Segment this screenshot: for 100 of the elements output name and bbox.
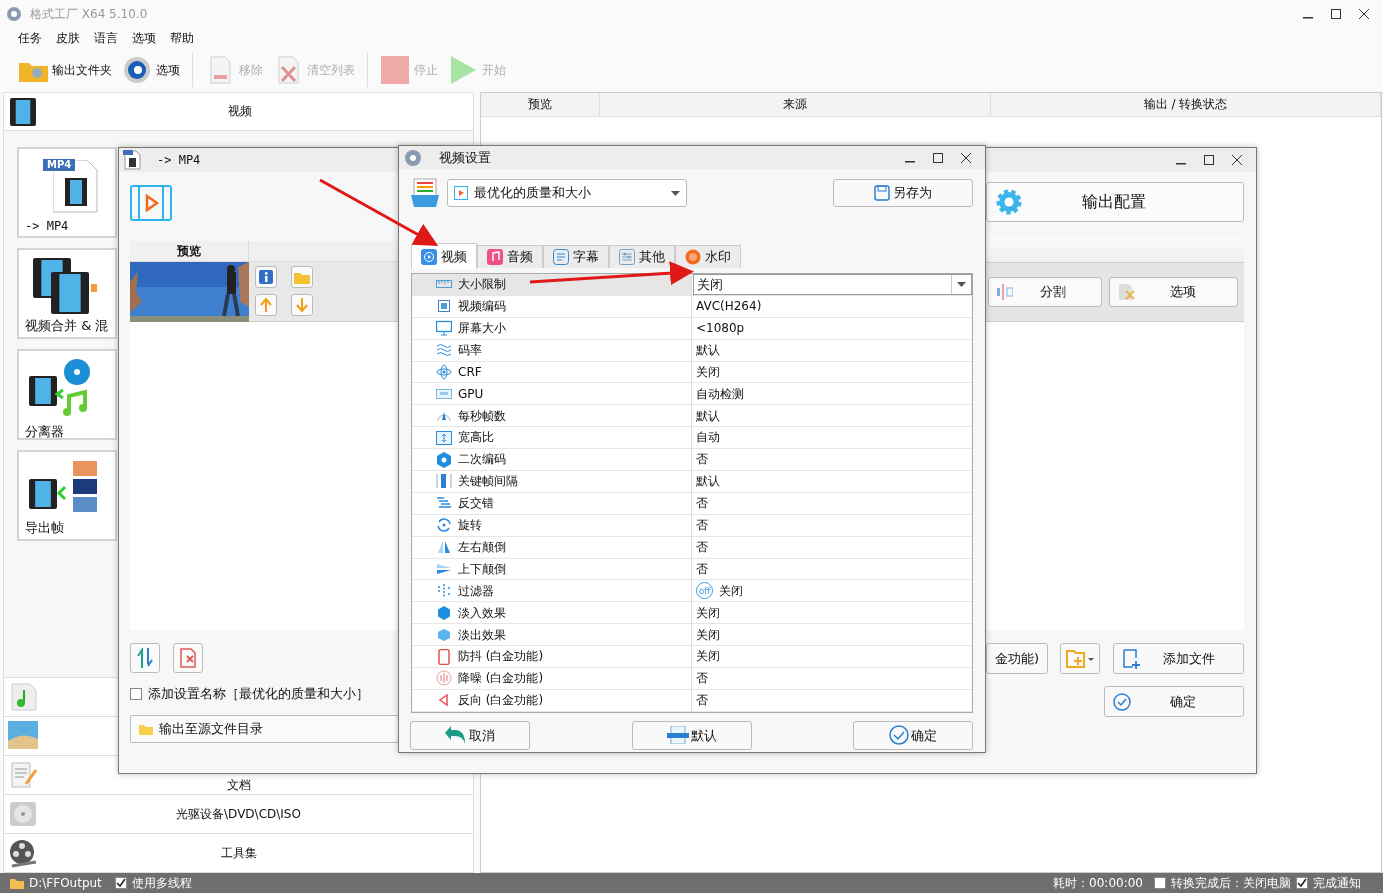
checkbox[interactable] — [1296, 877, 1308, 889]
property-value: AVC(H264) — [696, 299, 762, 314]
dropdown-value: 最优化的质量和大小 — [474, 185, 592, 201]
options-button[interactable]: 选项 — [1109, 277, 1238, 307]
disc-drive-icon — [8, 799, 38, 829]
property-value: 关闭 — [696, 627, 720, 642]
checkbox[interactable] — [114, 877, 127, 889]
toolbar-button[interactable]: 选项 — [118, 53, 184, 87]
info-button[interactable] — [255, 266, 277, 288]
property-name: 屏幕大小 — [458, 321, 506, 336]
bars-icon — [436, 473, 452, 490]
property-value: 关闭 — [696, 649, 720, 664]
property-name: 旋转 — [458, 518, 482, 533]
property-name: 反交错 — [458, 496, 494, 511]
property-value: 否 — [696, 518, 708, 533]
property-name: 防抖 (白金功能) — [458, 649, 544, 664]
add-file-button[interactable]: 添加文件 — [1113, 643, 1244, 674]
value-dropdown[interactable]: 关闭 — [693, 274, 972, 295]
checkbox[interactable] — [130, 687, 142, 700]
film-icon — [10, 97, 36, 126]
video-play-icon — [130, 185, 172, 221]
property-name: 视频编码 — [458, 299, 506, 314]
tab[interactable]: 其他 — [609, 245, 675, 268]
property-value: 否 — [696, 693, 708, 708]
tool-tile[interactable]: 导出帧 — [17, 450, 117, 541]
tool-tile[interactable]: 视频合并 & 混 — [17, 248, 117, 339]
split-button[interactable]: 分割 — [988, 277, 1102, 307]
remove-file-icon — [179, 648, 197, 668]
maximize-icon — [933, 152, 943, 163]
tool-tile[interactable]: 分离器 — [17, 349, 117, 440]
menu-item[interactable]: 语言 — [94, 30, 118, 46]
tile-label: 分离器 — [25, 424, 65, 440]
property-value: <1080p — [696, 321, 745, 336]
property-name: 二次编码 — [458, 452, 506, 467]
tab[interactable]: 水印 — [675, 245, 741, 268]
ok-button[interactable]: 确定 — [853, 720, 973, 750]
property-value: 自动检测 — [696, 386, 744, 402]
property-value: 默认 — [696, 342, 720, 358]
property-name: 关键帧间隔 — [458, 474, 518, 489]
remove-button[interactable] — [173, 643, 203, 673]
minimize-icon — [1176, 163, 1186, 165]
preset-dropdown[interactable]: 最优化的质量和大小 — [447, 179, 687, 207]
ok-button[interactable]: 确定 — [1104, 686, 1244, 717]
default-document-icon — [666, 726, 689, 745]
checkbox-label: 转换完成后：关闭电脑 — [1171, 875, 1291, 891]
flip-vertical-icon — [436, 561, 452, 577]
category-label: 文档 — [225, 777, 252, 793]
property-value: 否 — [696, 539, 708, 555]
film-reel-icon — [8, 838, 38, 868]
property-value: 默认 — [696, 408, 720, 423]
property-value: 否 — [696, 671, 708, 686]
toolbar-button[interactable]: 输出文件夹 — [14, 53, 116, 87]
sort-button[interactable] — [130, 643, 160, 673]
property-value: 否 — [696, 561, 708, 577]
add-folder-button[interactable] — [1060, 643, 1101, 674]
save-as-button[interactable]: 另存为 — [833, 179, 973, 207]
output-folder-path: D:\FFOutput — [29, 875, 102, 891]
property-value: 否 — [696, 452, 708, 467]
checkbox[interactable] — [1154, 877, 1166, 889]
filter-dots-icon — [436, 582, 452, 599]
aspect-ratio-icon — [436, 429, 452, 446]
tab[interactable]: 音频 — [477, 245, 543, 268]
menu-item[interactable]: 选项 — [132, 30, 156, 46]
gear-icon — [122, 55, 152, 85]
cancel-button[interactable]: 取消 — [410, 720, 530, 750]
subtitle-icon — [553, 249, 569, 265]
category-header[interactable]: 视频 — [4, 93, 473, 131]
checkbox-label: 完成通知 — [1313, 875, 1361, 891]
move-down-button[interactable] — [291, 293, 313, 316]
column-header: 来源 — [600, 93, 991, 116]
property-value: 默认 — [696, 474, 720, 489]
minimize-icon — [1303, 17, 1313, 19]
menu-item[interactable]: 帮助 — [170, 30, 194, 46]
move-up-button[interactable] — [255, 293, 277, 316]
platinum-button[interactable]: 金功能) — [986, 643, 1049, 674]
phone-icon — [436, 648, 452, 665]
minimize-icon — [905, 160, 915, 163]
tab[interactable]: 字幕 — [543, 245, 609, 268]
tool-tile[interactable]: MP4 -> MP4 — [17, 147, 117, 238]
menu-item[interactable]: 任务 — [18, 30, 42, 46]
swap-arrows-icon — [136, 648, 154, 668]
add-file-icon — [1122, 648, 1143, 669]
arrow-up-icon — [260, 297, 272, 312]
tab[interactable]: 视频 — [411, 243, 477, 269]
waves-icon — [436, 342, 452, 359]
category-label: 光驱设备\DVD\CD\ISO — [175, 806, 302, 822]
atom-icon — [436, 364, 452, 380]
undo-arrow-icon — [445, 726, 467, 745]
output-config-button[interactable]: 输出配置 — [986, 182, 1244, 222]
output-dir-dropdown[interactable]: 输出至源文件目录 — [130, 714, 399, 743]
property-name: 每秒帧数 — [458, 408, 506, 423]
default-button[interactable]: 默认 — [631, 720, 752, 750]
info-icon — [259, 270, 273, 284]
property-name: 淡出效果 — [458, 627, 506, 642]
property-name: 过滤器 — [458, 583, 494, 599]
menu-item[interactable]: 皮肤 — [56, 30, 80, 46]
tile-label: 视频合并 & 混 — [25, 318, 109, 334]
column-header: 预览 — [481, 93, 600, 116]
property-value: 自动 — [696, 430, 720, 445]
folder-button[interactable] — [291, 266, 313, 288]
